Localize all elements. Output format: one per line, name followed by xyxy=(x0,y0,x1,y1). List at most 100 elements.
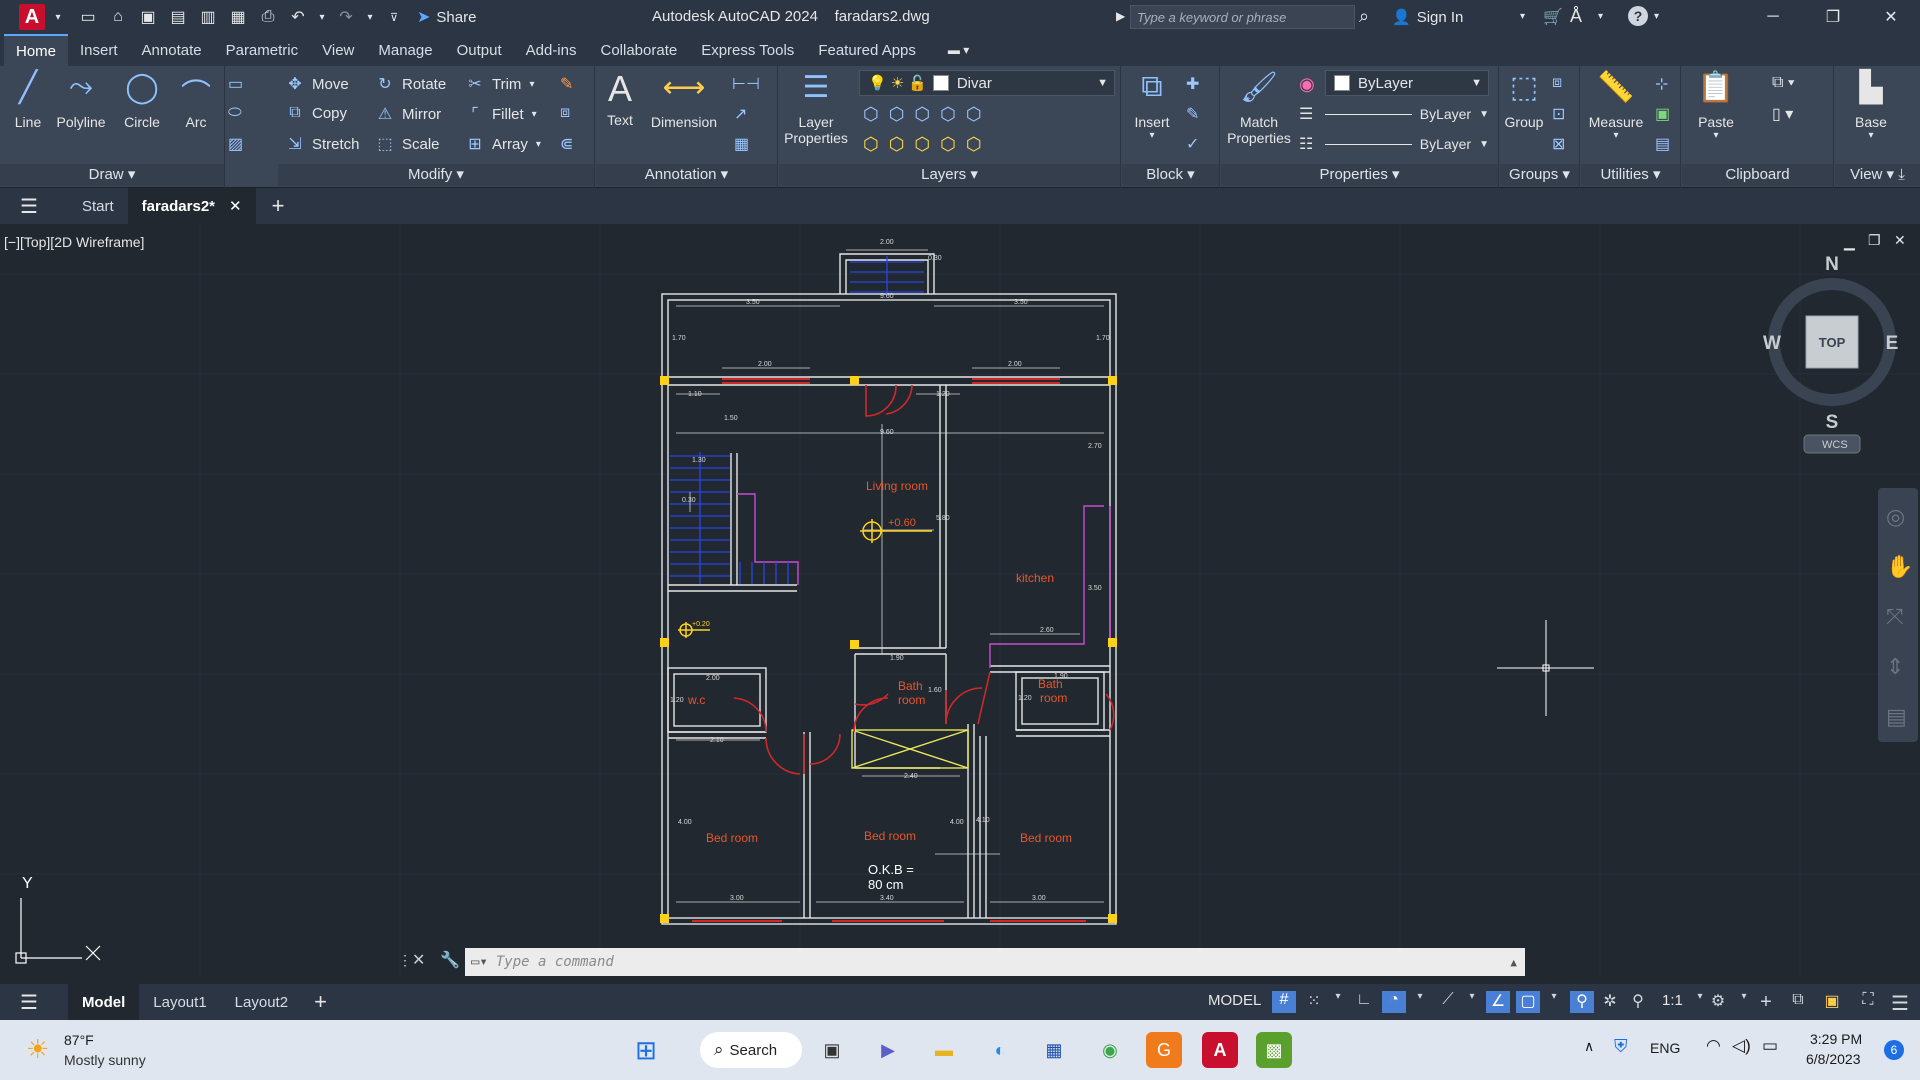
insert-button[interactable]: ⧉ Insert ▾ xyxy=(1128,70,1176,141)
tab-collaborate[interactable]: Collaborate xyxy=(588,34,689,66)
weather-desc[interactable]: Mostly sunny xyxy=(64,1052,146,1068)
match-properties-button[interactable]: 🖌 Match Properties xyxy=(1223,70,1295,146)
close-tab-icon[interactable]: ✕ xyxy=(229,197,242,215)
erase-icon[interactable]: ✎ xyxy=(560,74,573,94)
edit-block-icon[interactable]: ✎ xyxy=(1186,104,1199,124)
clock-date[interactable]: 6/8/2023 xyxy=(1806,1051,1861,1067)
annotation-monitor-icon[interactable]: + xyxy=(1754,991,1778,1013)
polar-tracking-icon[interactable]: ◔ xyxy=(1382,991,1406,1013)
command-expand-icon[interactable]: ▲ xyxy=(1510,956,1517,969)
annotation-scale-icon[interactable]: ⚲ xyxy=(1626,991,1650,1013)
group-edit-icon[interactable]: ⊡ xyxy=(1552,104,1565,124)
app-orange-icon[interactable]: G xyxy=(1146,1032,1182,1068)
workspace-dropdown-icon[interactable]: ▾ xyxy=(1732,991,1756,1013)
fillet-button[interactable]: ⌜ Fillet ▾ xyxy=(464,104,536,124)
ungroup-icon[interactable]: ⧈ xyxy=(1552,74,1562,92)
command-grip-icon[interactable]: ⋮ xyxy=(398,952,412,969)
command-input[interactable]: Type a command xyxy=(496,954,614,970)
open-folder-icon[interactable]: ⌂ xyxy=(107,6,129,28)
undo-icon[interactable]: ↶ xyxy=(287,6,309,28)
minimize-button[interactable]: ─ xyxy=(1750,3,1796,31)
iso-dropdown-icon[interactable]: ▾ xyxy=(1460,991,1484,1013)
snap-mode-icon[interactable]: ⁙ xyxy=(1302,991,1326,1013)
new-layout-icon[interactable]: + xyxy=(314,989,327,1015)
dimension-button[interactable]: ⟷ Dimension xyxy=(646,70,722,130)
tab-insert[interactable]: Insert xyxy=(68,34,130,66)
tray-chevron-icon[interactable]: ∧ xyxy=(1584,1038,1594,1055)
offset-icon[interactable]: ⋐ xyxy=(560,134,573,154)
copy-button[interactable]: ⧉ Copy xyxy=(284,104,347,122)
restore-button[interactable]: ❐ xyxy=(1810,3,1856,31)
move-button[interactable]: ✥ Move xyxy=(284,74,348,94)
linear-dim-icon[interactable]: ⊢⊣ xyxy=(732,74,760,94)
tab-model[interactable]: Model xyxy=(67,984,140,1020)
task-view-icon[interactable]: ▣ xyxy=(814,1032,850,1068)
cut-icon[interactable]: ▯ ▾ xyxy=(1772,104,1793,124)
undo-dropdown-icon[interactable]: ▾ xyxy=(317,6,327,28)
export-icon[interactable]: ▦ xyxy=(227,6,249,28)
ellipse-icon[interactable]: ⬭ xyxy=(228,104,242,122)
calculator-icon[interactable]: ▤ xyxy=(1655,134,1670,154)
sign-in-button[interactable]: 👤 Sign In xyxy=(1392,8,1463,27)
hamburger-menu-icon[interactable]: ☰ xyxy=(20,194,38,219)
help-icon[interactable]: ? xyxy=(1628,6,1648,26)
isodraft-icon[interactable]: ⟋ xyxy=(1436,991,1460,1013)
defender-icon[interactable]: ⛨ xyxy=(1614,1036,1628,1057)
autodesk-a360-icon[interactable]: Å xyxy=(1570,6,1582,27)
panel-title-properties[interactable]: Properties ▾ xyxy=(1221,164,1498,186)
search-icon[interactable]: ⌕ xyxy=(1359,6,1369,27)
sign-in-dropdown-icon[interactable]: ▾ xyxy=(1520,11,1525,22)
panel-title-annotation[interactable]: Annotation ▾ xyxy=(596,164,777,186)
language-indicator[interactable]: ENG xyxy=(1650,1040,1680,1056)
weather-sun-icon[interactable]: ☀ xyxy=(26,1034,49,1065)
panel-title-draw[interactable]: Draw ▾ xyxy=(0,164,224,186)
wifi-icon[interactable]: ◠ xyxy=(1706,1036,1721,1056)
annotation-visibility-icon[interactable]: ⚲ xyxy=(1570,991,1594,1013)
select-all-icon[interactable]: ▣ xyxy=(1655,104,1670,124)
weather-temp[interactable]: 87°F xyxy=(64,1032,94,1048)
autocad-logo-icon[interactable]: A xyxy=(19,4,45,30)
model-space-button[interactable]: MODEL xyxy=(1208,992,1261,1009)
scale-button[interactable]: ⬚ Scale xyxy=(374,134,439,154)
panel-title-modify[interactable]: Modify ▾ xyxy=(278,164,594,186)
table-icon[interactable]: ▦ xyxy=(734,134,749,154)
windows-start-icon[interactable]: ⊞ xyxy=(628,1032,664,1068)
customize-qat-icon[interactable]: ⊽ xyxy=(383,6,405,28)
panel-title-groups[interactable]: Groups ▾ xyxy=(1500,164,1579,186)
chrome-icon[interactable]: ◉ xyxy=(1092,1032,1128,1068)
arc-button[interactable]: ⌒ Arc xyxy=(176,70,216,130)
command-line[interactable]: ▭▾ Type a command ▲ xyxy=(465,948,1525,976)
redo-icon[interactable]: ↷ xyxy=(335,6,357,28)
redo-dropdown-icon[interactable]: ▾ xyxy=(365,6,375,28)
drawing-canvas[interactable]: 2.00 0.30 3.50 9.60 3.50 1.70 1.70 2.00 … xyxy=(0,224,1920,976)
viewport-minimize-icon[interactable]: ▁ xyxy=(1844,234,1855,251)
image-app-icon[interactable]: ▩ xyxy=(1256,1032,1292,1068)
polar-dropdown-icon[interactable]: ▾ xyxy=(1408,991,1432,1013)
tab-layout1[interactable]: Layout1 xyxy=(139,984,220,1020)
tab-add-ins[interactable]: Add-ins xyxy=(514,34,589,66)
copy-clip-icon[interactable]: ⧉ ▾ xyxy=(1772,74,1795,92)
base-button[interactable]: ▙ Base ▾ xyxy=(1843,70,1899,141)
rotate-button[interactable]: ↻ Rotate xyxy=(374,74,446,94)
text-button[interactable]: A Text xyxy=(602,68,638,128)
panel-title-clipboard[interactable]: Clipboard xyxy=(1682,164,1833,186)
annotation-scale-value[interactable]: 1:1 xyxy=(1662,992,1683,1009)
hatch-icon[interactable]: ▨ xyxy=(228,134,243,154)
viewport-controls[interactable]: [−][Top][2D Wireframe] xyxy=(4,234,144,250)
object-snap-tracking-icon[interactable]: ∠ xyxy=(1486,991,1510,1013)
teams-icon[interactable]: ▶ xyxy=(870,1032,906,1068)
autocad-taskbar-icon[interactable]: A xyxy=(1202,1032,1238,1068)
layer-tools-row-2[interactable]: ⬡⬡⬡⬡⬡ xyxy=(863,134,992,155)
tab-annotate[interactable]: Annotate xyxy=(130,34,214,66)
volume-icon[interactable]: ◁) xyxy=(1732,1036,1751,1056)
osnap-dropdown-icon[interactable]: ▾ xyxy=(1542,991,1566,1013)
print-icon[interactable]: ⎙ xyxy=(257,6,279,28)
ribbon-minimize-icon[interactable]: ▬ ▾ xyxy=(948,43,969,57)
viewport-restore-icon[interactable]: ❐ xyxy=(1868,232,1881,249)
mirror-button[interactable]: ⚠ Mirror xyxy=(374,104,441,124)
command-close-icon[interactable]: ✕ xyxy=(412,950,425,970)
color-dropdown[interactable]: ByLayer ▼ xyxy=(1325,70,1489,96)
edge-icon[interactable]: ◐ xyxy=(982,1032,1018,1068)
line-button[interactable]: ╱ Line xyxy=(8,70,48,130)
save-icon[interactable]: ▣ xyxy=(137,6,159,28)
